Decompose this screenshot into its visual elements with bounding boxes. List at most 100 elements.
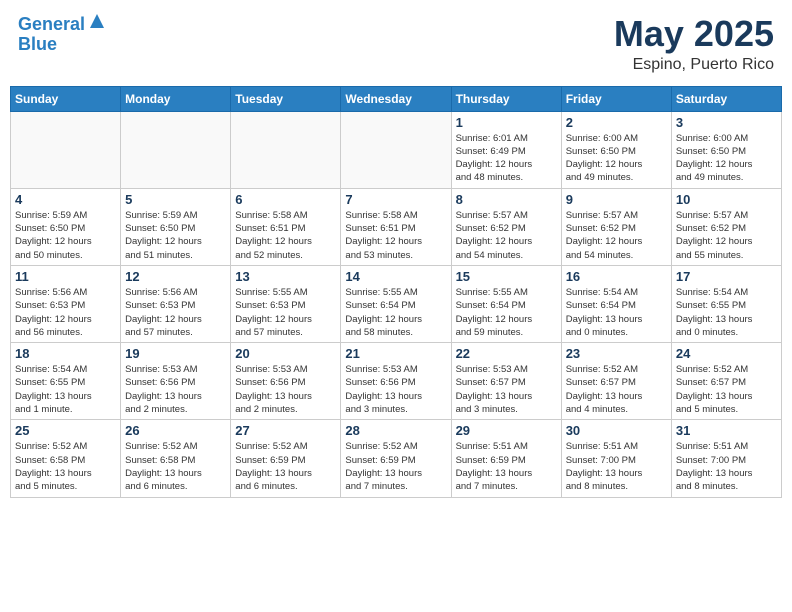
day-info: Sunrise: 5:55 AMSunset: 6:53 PMDaylight:…	[235, 286, 336, 339]
day-info: Sunrise: 6:00 AMSunset: 6:50 PMDaylight:…	[676, 132, 777, 185]
day-number: 1	[456, 115, 557, 130]
logo-text: General	[18, 15, 85, 35]
day-number: 12	[125, 269, 226, 284]
day-number: 18	[15, 346, 116, 361]
calendar-cell: 31 Sunrise: 5:51 AMSunset: 7:00 PMDayligh…	[671, 420, 781, 497]
day-number: 9	[566, 192, 667, 207]
day-number: 10	[676, 192, 777, 207]
calendar-cell: 27 Sunrise: 5:52 AMSunset: 6:59 PMDayligh…	[231, 420, 341, 497]
calendar-cell: 6 Sunrise: 5:58 AMSunset: 6:51 PMDaylight…	[231, 188, 341, 265]
week-row-1: 1 Sunrise: 6:01 AMSunset: 6:49 PMDaylight…	[11, 111, 782, 188]
calendar-cell: 26 Sunrise: 5:52 AMSunset: 6:58 PMDayligh…	[121, 420, 231, 497]
day-number: 13	[235, 269, 336, 284]
calendar-cell: 8 Sunrise: 5:57 AMSunset: 6:52 PMDaylight…	[451, 188, 561, 265]
calendar-cell	[11, 111, 121, 188]
day-info: Sunrise: 5:55 AMSunset: 6:54 PMDaylight:…	[456, 286, 557, 339]
day-info: Sunrise: 5:52 AMSunset: 6:57 PMDaylight:…	[566, 363, 667, 416]
calendar-cell: 24Sunrise: 5:52 AMSunset: 6:57 PMDayligh…	[671, 343, 781, 420]
calendar-cell: 29 Sunrise: 5:51 AMSunset: 6:59 PMDayligh…	[451, 420, 561, 497]
weekday-header-wednesday: Wednesday	[341, 86, 451, 111]
day-info: Sunrise: 5:52 AMSunset: 6:59 PMDaylight:…	[235, 440, 336, 493]
day-number: 27	[235, 423, 336, 438]
day-number: 29	[456, 423, 557, 438]
day-number: 26	[125, 423, 226, 438]
calendar-cell: 4 Sunrise: 5:59 AMSunset: 6:50 PMDaylight…	[11, 188, 121, 265]
location-subtitle: Espino, Puerto Rico	[614, 56, 774, 74]
day-number: 22	[456, 346, 557, 361]
day-info: Sunrise: 5:58 AMSunset: 6:51 PMDaylight:…	[345, 209, 446, 262]
logo-icon	[88, 12, 106, 30]
day-number: 4	[15, 192, 116, 207]
day-info: Sunrise: 5:53 AMSunset: 6:56 PMDaylight:…	[345, 363, 446, 416]
calendar-cell: 3 Sunrise: 6:00 AMSunset: 6:50 PMDaylight…	[671, 111, 781, 188]
day-number: 30	[566, 423, 667, 438]
day-number: 17	[676, 269, 777, 284]
day-number: 8	[456, 192, 557, 207]
day-number: 7	[345, 192, 446, 207]
day-number: 19	[125, 346, 226, 361]
day-number: 23	[566, 346, 667, 361]
week-row-5: 25 Sunrise: 5:52 AMSunset: 6:58 PMDayligh…	[11, 420, 782, 497]
calendar-cell: 12 Sunrise: 5:56 AMSunset: 6:53 PMDayligh…	[121, 265, 231, 342]
day-info: Sunrise: 6:00 AMSunset: 6:50 PMDaylight:…	[566, 132, 667, 185]
day-info: Sunrise: 6:01 AMSunset: 6:49 PMDaylight:…	[456, 132, 557, 185]
day-info: Sunrise: 5:53 AMSunset: 6:56 PMDaylight:…	[235, 363, 336, 416]
calendar-cell: 5 Sunrise: 5:59 AMSunset: 6:50 PMDaylight…	[121, 188, 231, 265]
calendar-cell: 30 Sunrise: 5:51 AMSunset: 7:00 PMDayligh…	[561, 420, 671, 497]
calendar-cell: 1 Sunrise: 6:01 AMSunset: 6:49 PMDaylight…	[451, 111, 561, 188]
calendar-cell	[341, 111, 451, 188]
day-number: 16	[566, 269, 667, 284]
day-info: Sunrise: 5:57 AMSunset: 6:52 PMDaylight:…	[456, 209, 557, 262]
calendar-cell: 25 Sunrise: 5:52 AMSunset: 6:58 PMDayligh…	[11, 420, 121, 497]
logo-blue-text: Blue	[18, 35, 57, 55]
day-number: 15	[456, 269, 557, 284]
day-info: Sunrise: 5:51 AMSunset: 7:00 PMDaylight:…	[566, 440, 667, 493]
day-info: Sunrise: 5:52 AMSunset: 6:59 PMDaylight:…	[345, 440, 446, 493]
weekday-header-thursday: Thursday	[451, 86, 561, 111]
weekday-header-sunday: Sunday	[11, 86, 121, 111]
day-number: 20	[235, 346, 336, 361]
day-number: 25	[15, 423, 116, 438]
day-info: Sunrise: 5:58 AMSunset: 6:51 PMDaylight:…	[235, 209, 336, 262]
week-row-3: 11 Sunrise: 5:56 AMSunset: 6:53 PMDayligh…	[11, 265, 782, 342]
day-number: 2	[566, 115, 667, 130]
calendar-cell: 20 Sunrise: 5:53 AMSunset: 6:56 PMDayligh…	[231, 343, 341, 420]
calendar-cell: 11Sunrise: 5:56 AMSunset: 6:53 PMDayligh…	[11, 265, 121, 342]
calendar-cell: 14Sunrise: 5:55 AMSunset: 6:54 PMDayligh…	[341, 265, 451, 342]
day-info: Sunrise: 5:52 AMSunset: 6:58 PMDaylight:…	[15, 440, 116, 493]
day-number: 11	[15, 269, 116, 284]
day-info: Sunrise: 5:54 AMSunset: 6:54 PMDaylight:…	[566, 286, 667, 339]
calendar-cell: 16 Sunrise: 5:54 AMSunset: 6:54 PMDayligh…	[561, 265, 671, 342]
day-number: 6	[235, 192, 336, 207]
day-info: Sunrise: 5:51 AMSunset: 7:00 PMDaylight:…	[676, 440, 777, 493]
day-number: 21	[345, 346, 446, 361]
calendar-cell: 28 Sunrise: 5:52 AMSunset: 6:59 PMDayligh…	[341, 420, 451, 497]
calendar-cell: 2 Sunrise: 6:00 AMSunset: 6:50 PMDaylight…	[561, 111, 671, 188]
calendar-cell	[231, 111, 341, 188]
weekday-header-friday: Friday	[561, 86, 671, 111]
calendar-cell: 9Sunrise: 5:57 AMSunset: 6:52 PMDaylight…	[561, 188, 671, 265]
day-info: Sunrise: 5:59 AMSunset: 6:50 PMDaylight:…	[125, 209, 226, 262]
day-number: 28	[345, 423, 446, 438]
day-info: Sunrise: 5:56 AMSunset: 6:53 PMDaylight:…	[125, 286, 226, 339]
day-number: 3	[676, 115, 777, 130]
title-section: May 2025 Espino, Puerto Rico	[614, 14, 774, 74]
day-number: 31	[676, 423, 777, 438]
day-info: Sunrise: 5:59 AMSunset: 6:50 PMDaylight:…	[15, 209, 116, 262]
calendar-cell: 19 Sunrise: 5:53 AMSunset: 6:56 PMDayligh…	[121, 343, 231, 420]
calendar-cell: 7 Sunrise: 5:58 AMSunset: 6:51 PMDaylight…	[341, 188, 451, 265]
logo: General Blue	[18, 14, 106, 55]
day-info: Sunrise: 5:53 AMSunset: 6:56 PMDaylight:…	[125, 363, 226, 416]
day-info: Sunrise: 5:51 AMSunset: 6:59 PMDaylight:…	[456, 440, 557, 493]
day-info: Sunrise: 5:53 AMSunset: 6:57 PMDaylight:…	[456, 363, 557, 416]
month-title: May 2025	[614, 14, 774, 54]
day-info: Sunrise: 5:54 AMSunset: 6:55 PMDaylight:…	[676, 286, 777, 339]
day-info: Sunrise: 5:54 AMSunset: 6:55 PMDaylight:…	[15, 363, 116, 416]
calendar-cell: 22 Sunrise: 5:53 AMSunset: 6:57 PMDayligh…	[451, 343, 561, 420]
day-info: Sunrise: 5:52 AMSunset: 6:58 PMDaylight:…	[125, 440, 226, 493]
day-number: 5	[125, 192, 226, 207]
calendar-cell: 18 Sunrise: 5:54 AMSunset: 6:55 PMDayligh…	[11, 343, 121, 420]
weekday-header-tuesday: Tuesday	[231, 86, 341, 111]
calendar-cell: 13 Sunrise: 5:55 AMSunset: 6:53 PMDayligh…	[231, 265, 341, 342]
calendar-cell	[121, 111, 231, 188]
